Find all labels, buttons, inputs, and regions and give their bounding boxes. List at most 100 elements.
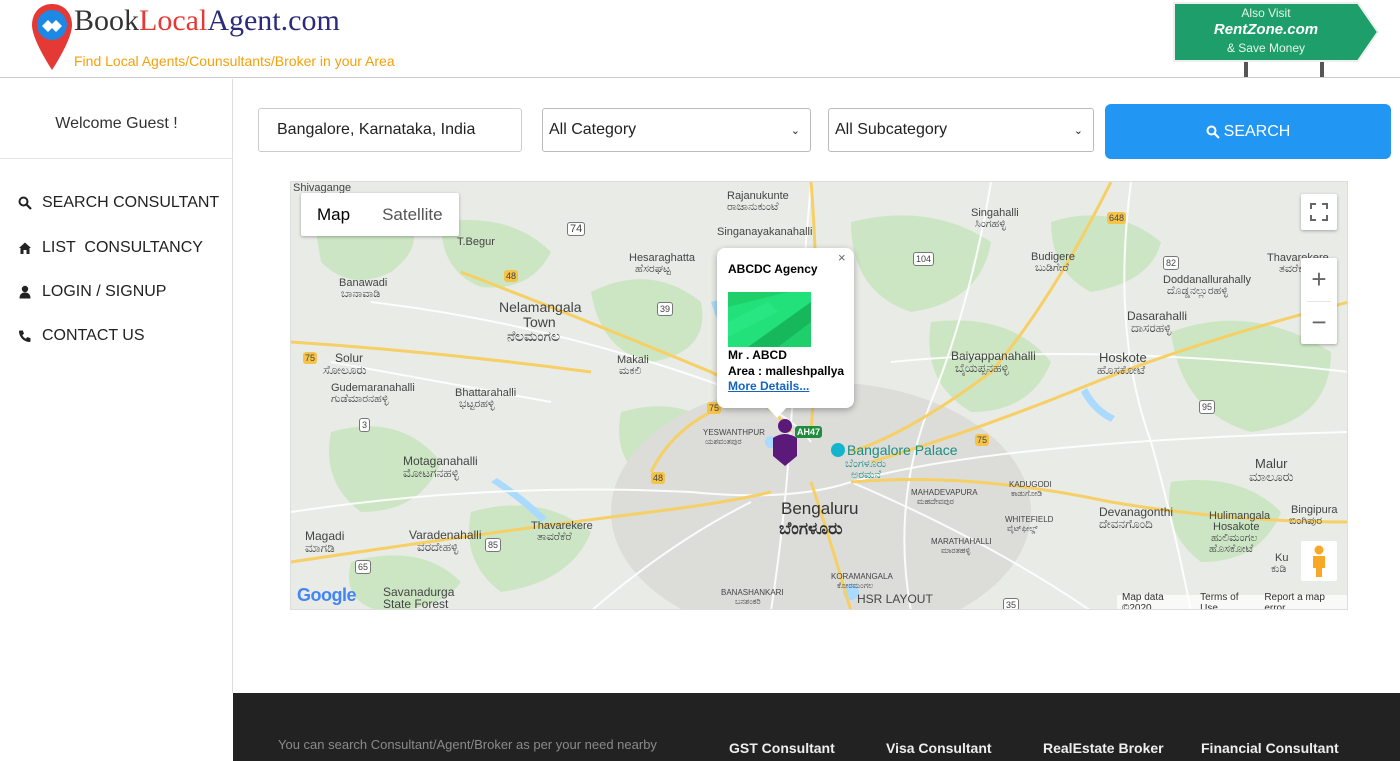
map-label: Nelamangala (499, 299, 582, 315)
agent-marker-icon[interactable] (771, 418, 799, 466)
map-label: ರಾಜಾನುಕುಂಟೆ (727, 201, 779, 213)
map-label: HSR LAYOUT (857, 592, 933, 606)
map-label: ಬಾನಾವಾಡಿ (341, 288, 381, 300)
map-label: ಮಾಗಡಿ (305, 541, 335, 555)
map-label: ದೇವನಗೊಂದಿ (1099, 517, 1153, 531)
agency-thumbnail (728, 292, 811, 347)
map-label: ಕಾಡುಗೋಡಿ (1011, 489, 1043, 498)
footer-link-visa-consultant[interactable]: Visa Consultant (886, 740, 992, 756)
map-label: ಹೊಸಕೋಟೆ (1097, 363, 1146, 377)
map-canvas[interactable]: 74 648 104 82 48 39 75 3 95 75 48 85 65 … (290, 181, 1348, 610)
map-label: ಕೋರಮಂಗಲ (837, 581, 874, 590)
sidebar-item-search-consultant[interactable]: SEARCH CONSULTANT (18, 192, 219, 214)
map-label: ಸಿಂಗಹಳ್ಳಿ (975, 218, 1006, 230)
road-shield: 65 (355, 560, 372, 574)
footer-description: You can search Consultant/Agent/Broker a… (278, 737, 657, 752)
map-label: ಬುಡಿಗೇರೆ (1035, 262, 1069, 274)
sidebar-item-label: CONTACT US (42, 327, 145, 344)
map-label: ತಾವರೆಕೆರೆ (537, 531, 572, 543)
promo-line-3: & Save Money (1226, 41, 1306, 55)
map-data-text: Map data ©2020 (1122, 591, 1164, 610)
map-label: ಗುಡೆಮಾರನಹಳ್ಳಿ (331, 393, 389, 405)
footer-link-gst-consultant[interactable]: GST Consultant (729, 740, 835, 756)
minus-icon: − (1311, 307, 1327, 337)
subcategory-select-value: All Subcategory (835, 121, 948, 138)
city-label-bengaluru: Bengaluru (781, 499, 859, 518)
subcategory-select[interactable]: All Subcategory ⌄ (828, 108, 1094, 152)
brand-book: Book (74, 4, 140, 37)
map-label: ವೈಟ್‌ಫೀಲ್ಡ್ (1007, 524, 1038, 533)
map-type-map-button[interactable]: Map (301, 193, 366, 236)
road-shield: 74 (567, 222, 586, 236)
location-input[interactable] (258, 108, 522, 152)
map-label: KORAMANGALA (831, 572, 893, 581)
sidebar-item-login-signup[interactable]: LOGIN / SIGNUP (18, 281, 166, 303)
chevron-down-icon: ⌄ (790, 124, 800, 137)
map-label: ಕುಡಿ (1271, 563, 1287, 575)
report-map-error-link[interactable]: Report a map error (1264, 592, 1342, 610)
city-label-bengaluru-kn: ಬೆಂಗಳೂರು (779, 519, 843, 538)
tagline: Find Local Agents/Counsultants/Broker in… (74, 53, 395, 69)
road-shield: 35 (1003, 598, 1020, 609)
fullscreen-button[interactable] (1301, 194, 1337, 230)
map-label: ಬೈಯಪ್ಪನಹಳ್ಳಿ (955, 361, 1009, 375)
phone-icon (19, 330, 31, 342)
street-view-pegman[interactable] (1301, 541, 1337, 581)
google-logo[interactable]: Google (297, 585, 357, 606)
map-label: ಬಿಂಗಿಪುರ (1289, 515, 1323, 527)
road-shield-ah: AH47 (795, 426, 823, 438)
footer-link-realestate-broker[interactable]: RealEstate Broker (1043, 740, 1164, 756)
pegman-icon (1301, 541, 1337, 581)
map-label: BANASHANKARI (721, 588, 784, 597)
map-label: ಅರಮನೆ (851, 469, 882, 481)
map-type-satellite-button[interactable]: Satellite (366, 193, 458, 236)
info-window: ABCDC Agency × Mr . ABCD Area : malleshp… (717, 248, 854, 418)
sidebar-divider (0, 158, 233, 159)
map-label: ಯಶವಂತಪುರ (705, 437, 742, 446)
sidebar-item-list-consultancy[interactable]: LIST CONSULTANCY (18, 237, 203, 259)
map-label: KADUGODI (1009, 480, 1052, 489)
welcome-text: Welcome Guest ! (55, 115, 178, 132)
search-icon (18, 196, 32, 210)
home-icon (19, 242, 31, 254)
brand-local: Local (139, 4, 208, 37)
road-shield: 104 (913, 252, 935, 266)
chevron-down-icon: ⌄ (1073, 124, 1083, 137)
map-label: ನೆಲಮಂಗಲ (507, 328, 561, 344)
poi-bangalore-palace[interactable]: Bangalore Palace (831, 443, 958, 457)
road-shield: 85 (485, 538, 502, 552)
map-label: T.Begur (457, 236, 495, 248)
terms-of-use-link[interactable]: Terms of Use (1200, 592, 1254, 610)
map-label: MARATHAHALLI (931, 537, 992, 546)
more-details-link[interactable]: More Details... (728, 379, 809, 393)
zoom-divider (1307, 301, 1331, 302)
map-label: ಸೋಲೂರು (323, 363, 367, 377)
map-label: MAHADEVAPURA (911, 488, 978, 497)
rentzone-promo-banner[interactable]: Also Visit RentZone.com & Save Money (1172, 1, 1380, 77)
map-label: ವರದೇಹಳ್ಳಿ (417, 540, 459, 554)
brand-agent: Agent.com (207, 4, 340, 37)
map-label: ಮೋಟಗನಹಳ್ಳಿ (403, 466, 459, 480)
map-label: ಮಾಲೂರು (1249, 469, 1294, 484)
map-type-control: Map Satellite (301, 193, 459, 236)
sidebar-item-contact-us[interactable]: CONTACT US (18, 325, 145, 347)
search-button-label: SEARCH (1223, 122, 1291, 140)
footer-link-financial-consultant[interactable]: Financial Consultant (1201, 740, 1339, 756)
site-header: BookLocalAgent.com Find Local Agents/Cou… (0, 0, 1400, 78)
agent-area: Area : malleshpallya (728, 364, 845, 378)
map-label: WHITEFIELD (1005, 515, 1054, 524)
road-shield: 95 (1199, 400, 1216, 414)
category-select[interactable]: All Category ⌄ (542, 108, 811, 152)
close-icon[interactable]: × (838, 250, 846, 265)
zoom-out-button[interactable]: − (1301, 301, 1337, 344)
zoom-in-button[interactable]: + (1301, 258, 1337, 301)
road-shield: 3 (359, 418, 371, 432)
info-title: ABCDC Agency (728, 262, 818, 276)
map-attribution: Map data ©2020 Terms of Use Report a map… (1117, 591, 1347, 610)
logo-pin-icon[interactable] (30, 2, 74, 72)
road-shield: 48 (651, 472, 666, 484)
search-button[interactable]: SEARCH (1105, 104, 1391, 159)
brand-logo[interactable]: BookLocalAgent.com (74, 4, 340, 38)
map-label: YESWANTHPUR (703, 428, 765, 437)
road-shield: 75 (975, 434, 990, 446)
